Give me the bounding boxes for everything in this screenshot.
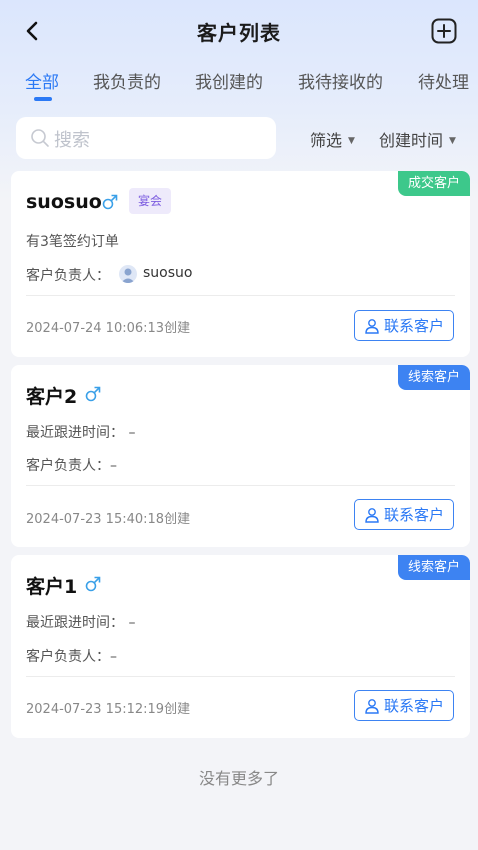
filter-label: 筛选 (310, 131, 343, 150)
customer-name: 客户2 (26, 386, 78, 408)
customer-name: 客户1 (26, 576, 78, 598)
tab-to-process[interactable]: 待处理 (418, 68, 469, 93)
divider (26, 485, 455, 486)
customer-card[interactable]: 成交客户 suosuo 宴会 有3笔签约订单 客户负责人： suosuo 202… (11, 171, 470, 357)
owner-name: suosuo (143, 265, 193, 281)
created-time: 2024-07-23 15:12:19创建 (26, 702, 191, 717)
owner-label: 客户负责人： (26, 268, 110, 284)
filter-dropdown[interactable]: 筛选 ▼ (310, 127, 355, 151)
person-icon (365, 698, 379, 714)
male-icon (85, 386, 101, 402)
no-more-text: 没有更多了 (198, 769, 279, 788)
contact-button-label: 联系客户 (383, 697, 444, 715)
status-badge: 成交客户 (397, 171, 470, 196)
add-customer-button[interactable] (431, 18, 457, 44)
caret-down-icon: ▼ (348, 136, 355, 146)
contact-customer-button[interactable]: 联系客户 (354, 310, 454, 341)
customer-card[interactable]: 线索客户 客户2 最近跟进时间： – 客户负责人：– 2024-07-23 15… (11, 365, 470, 547)
divider (26, 676, 455, 677)
search-input[interactable]: 搜索 (16, 117, 276, 159)
info-line: 有3笔签约订单 (26, 234, 119, 250)
customer-tag: 宴会 (129, 188, 172, 214)
header: 客户列表 (0, 0, 478, 60)
divider (26, 295, 455, 296)
status-badge: 线索客户 (397, 365, 470, 390)
person-icon (365, 318, 379, 334)
tab-bar: 全部 我负责的 我创建的 我待接收的 待处理 (0, 64, 478, 104)
tab-created-by-me[interactable]: 我创建的 (195, 68, 263, 93)
tab-all[interactable]: 全部 (25, 68, 59, 93)
tab-mine[interactable]: 我负责的 (93, 68, 161, 93)
male-icon (102, 194, 118, 210)
search-icon (31, 129, 49, 147)
active-tab-indicator (34, 97, 52, 101)
customer-name: suosuo (26, 191, 102, 213)
search-placeholder: 搜索 (54, 130, 90, 151)
sort-dropdown[interactable]: 创建时间 ▼ (379, 127, 456, 151)
created-time: 2024-07-23 15:40:18创建 (26, 512, 191, 527)
customer-card[interactable]: 线索客户 客户1 最近跟进时间： – 客户负责人：– 2024-07-23 15… (11, 555, 470, 738)
owner-label: 客户负责人：– (26, 649, 117, 665)
person-icon (365, 507, 379, 523)
owner-label: 客户负责人：– (26, 458, 117, 474)
last-followup-line: 最近跟进时间： – (26, 615, 136, 631)
contact-button-label: 联系客户 (383, 506, 444, 524)
last-followup-line: 最近跟进时间： – (26, 425, 136, 441)
created-time: 2024-07-24 10:06:13创建 (26, 321, 191, 336)
caret-down-icon: ▼ (449, 136, 456, 146)
contact-customer-button[interactable]: 联系客户 (354, 499, 454, 530)
avatar (119, 265, 137, 283)
tab-pending-accept[interactable]: 我待接收的 (298, 68, 383, 93)
page-title: 客户列表 (197, 21, 281, 45)
sort-label: 创建时间 (379, 131, 444, 150)
contact-button-label: 联系客户 (383, 317, 444, 335)
contact-customer-button[interactable]: 联系客户 (354, 690, 454, 721)
status-badge: 线索客户 (397, 555, 470, 580)
male-icon (85, 576, 101, 592)
